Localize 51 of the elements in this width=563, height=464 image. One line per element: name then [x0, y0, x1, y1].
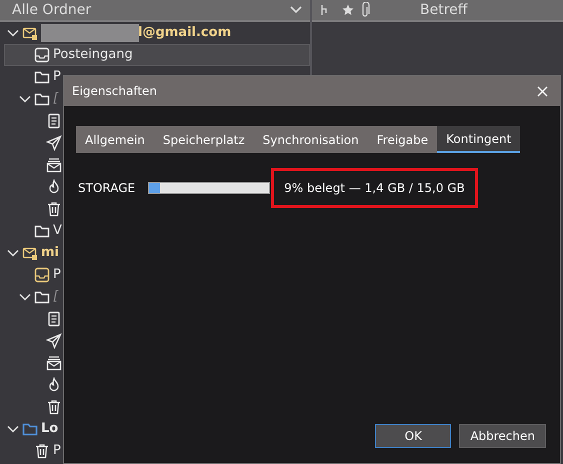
archive-icon	[46, 157, 62, 173]
tab[interactable]: Allgemein	[76, 126, 154, 153]
folder-icon	[34, 289, 50, 305]
folder-icon	[34, 69, 50, 85]
paper-plane-icon	[46, 135, 62, 151]
ok-button[interactable]: OK	[375, 424, 452, 448]
inbox-icon	[34, 47, 50, 63]
account-name: mi	[41, 244, 60, 262]
folder-icon	[22, 421, 38, 437]
cancel-button[interactable]: Abbrechen	[459, 424, 546, 448]
tab[interactable]: Kontingent	[437, 126, 520, 153]
tab[interactable]: Speicherplatz	[154, 126, 254, 153]
chevron-down-icon[interactable]	[290, 6, 302, 14]
dialog-title: Eigenschaften	[72, 83, 158, 100]
trash-icon	[46, 201, 62, 217]
folder-name: P	[53, 68, 61, 86]
folder-name: [	[53, 90, 58, 108]
folder-name: V	[53, 222, 62, 240]
folder-name: [	[53, 288, 58, 306]
folder-dropdown-label: Alle Ordner	[12, 0, 92, 20]
chevron-down-icon[interactable]	[19, 291, 31, 303]
paperclip-icon[interactable]	[360, 2, 370, 18]
column-header[interactable]: Betreff	[420, 0, 468, 20]
chevron-down-icon[interactable]	[7, 423, 19, 435]
folder-name: Lo	[41, 420, 58, 438]
quota-reading: 9% belegt — 1,4 GB / 15,0 GB	[271, 168, 478, 208]
tab[interactable]: Freigabe	[368, 126, 438, 153]
account-name: l@gmail.com	[138, 24, 232, 42]
folder-icon	[34, 91, 50, 107]
storage-label: STORAGE	[78, 180, 136, 197]
envelope-lock-icon	[22, 25, 38, 41]
folder-name: Posteingang	[53, 46, 133, 64]
archive-icon	[46, 355, 62, 371]
trash-icon	[46, 399, 62, 415]
folder-name: P	[53, 442, 61, 460]
chevron-down-icon[interactable]	[7, 247, 19, 259]
document-icon	[46, 113, 62, 129]
document-icon	[46, 311, 62, 327]
thread-icon[interactable]	[318, 4, 328, 16]
star-icon[interactable]	[342, 4, 354, 16]
envelope-lock-icon	[22, 245, 38, 261]
folder-icon	[34, 223, 50, 239]
close-icon[interactable]	[537, 86, 548, 96]
inbox-icon	[34, 267, 50, 283]
paper-plane-icon	[46, 333, 62, 349]
folder-name: P	[53, 266, 61, 284]
chevron-down-icon[interactable]	[19, 93, 31, 105]
chevron-down-icon[interactable]	[7, 27, 19, 39]
tab[interactable]: Synchronisation	[254, 126, 368, 153]
trash-icon	[34, 443, 50, 459]
folder-row[interactable]: Posteingang	[4, 44, 310, 66]
